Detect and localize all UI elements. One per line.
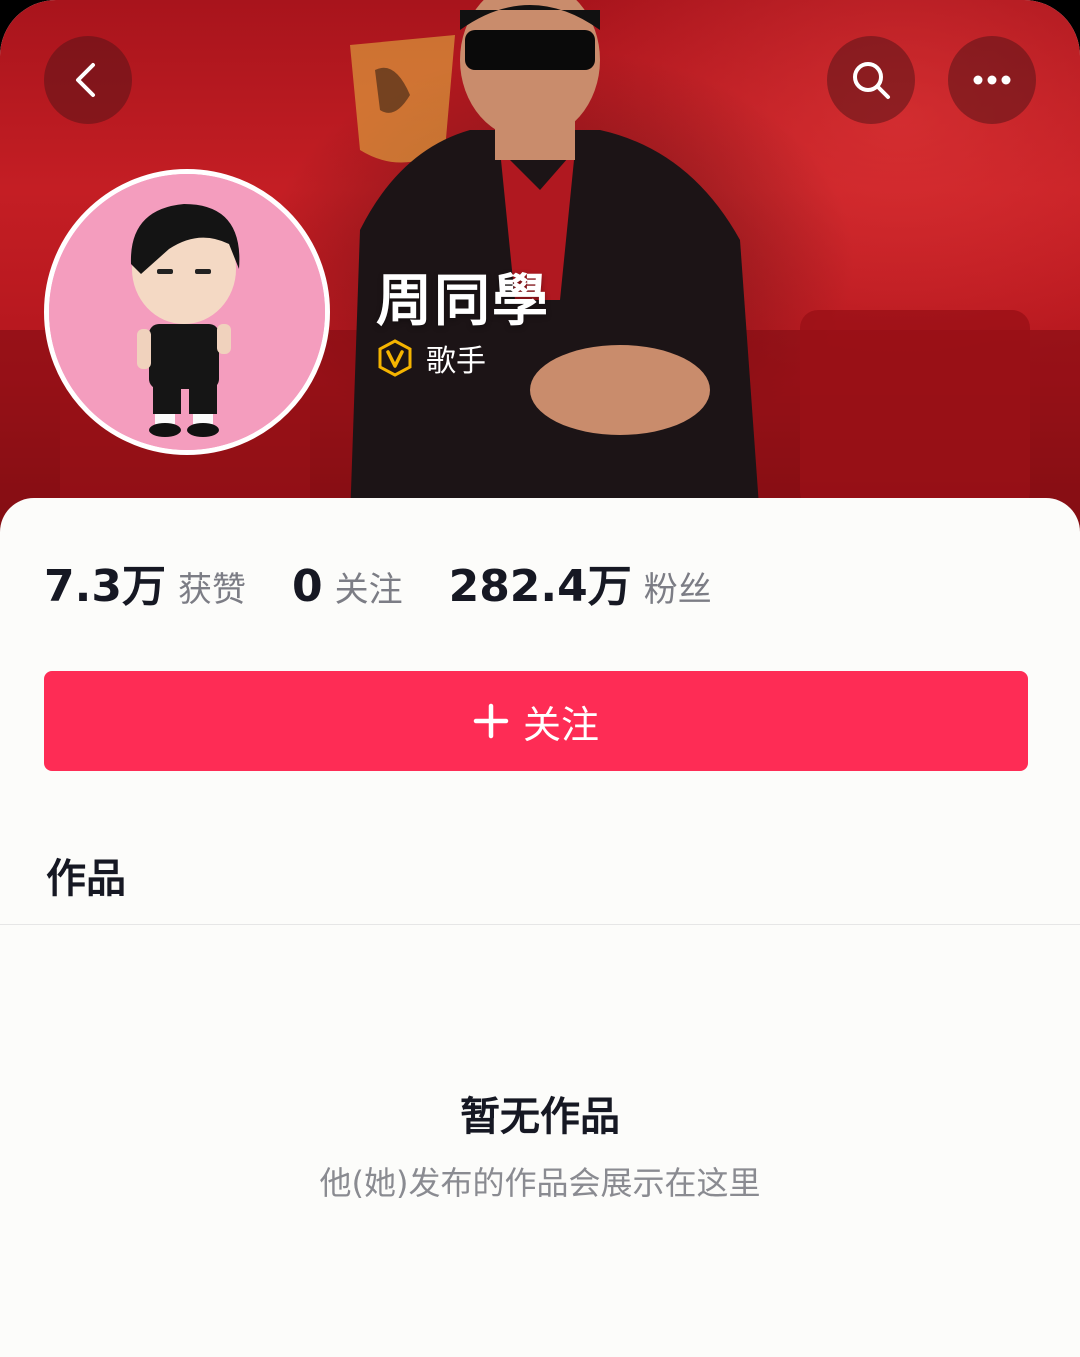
- stat-label: 获赞: [177, 570, 246, 610]
- search-button[interactable]: [827, 36, 915, 124]
- back-button[interactable]: [44, 36, 132, 124]
- verification-row: 歌手: [376, 336, 486, 380]
- profile-content: 7.3万 获赞 0 关注 282.4万 粉丝 关注 作品 暂无作品 他(她)发布…: [0, 498, 1080, 1357]
- search-icon: [853, 62, 890, 99]
- empty-state-title: 暂无作品: [460, 1094, 620, 1140]
- divider: [0, 924, 1080, 925]
- stat-label: 粉丝: [643, 570, 712, 610]
- stat-followers[interactable]: 282.4万 粉丝: [449, 550, 712, 614]
- profile-name: 周同學: [376, 269, 550, 334]
- chevron-left-icon: [76, 63, 95, 97]
- stat-label: 关注: [334, 570, 403, 610]
- stat-value: 7.3万: [44, 561, 166, 612]
- v-badge-icon: [378, 339, 412, 377]
- stat-value: 282.4万: [448, 561, 632, 612]
- tab-works[interactable]: 作品: [46, 846, 126, 904]
- follow-button-label: 关注: [522, 702, 599, 747]
- stat-value: 0: [291, 561, 323, 612]
- avatar[interactable]: [44, 169, 330, 455]
- profile-screen: 周同學 歌手 7.3万 获赞 0 关注 282.4万 粉丝 关注 作品 暂无作品…: [0, 0, 1080, 1357]
- stat-likes[interactable]: 7.3万 获赞: [44, 550, 246, 614]
- empty-state-subtitle: 他(她)发布的作品会展示在这里: [319, 1164, 761, 1202]
- stats-row: 7.3万 获赞 0 关注 282.4万 粉丝: [44, 550, 758, 614]
- more-horizontal-icon: [973, 75, 1011, 85]
- cover-banner: 周同學 歌手: [0, 0, 1080, 540]
- avatar-image: [49, 174, 325, 450]
- verification-label: 歌手: [426, 344, 486, 379]
- plus-icon: [473, 703, 509, 739]
- more-button[interactable]: [948, 36, 1036, 124]
- follow-button[interactable]: 关注: [44, 671, 1028, 771]
- stat-following[interactable]: 0 关注: [292, 561, 403, 612]
